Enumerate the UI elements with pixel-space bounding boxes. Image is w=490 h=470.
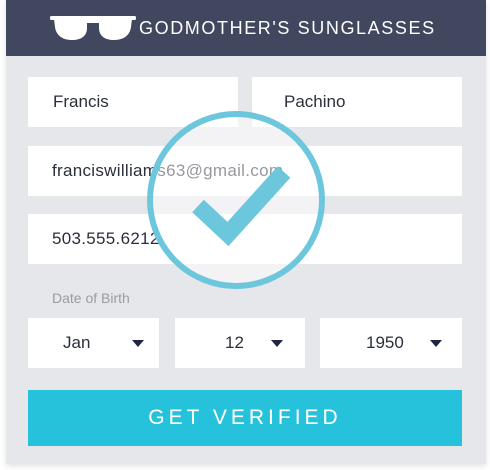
phone-field[interactable]: 503.555.6212 (28, 214, 462, 264)
dob-year-value: 1950 (366, 333, 404, 352)
email-field[interactable]: franciswilliams63@gmail.com (28, 146, 462, 196)
chevron-down-icon (132, 340, 144, 347)
dob-day-select[interactable]: 12 (175, 318, 305, 368)
chevron-down-icon (271, 340, 283, 347)
dob-label: Date of Birth (52, 290, 130, 306)
last-name-field[interactable]: Pachino (252, 77, 462, 127)
dob-year-select[interactable]: 1950 (320, 318, 462, 368)
get-verified-button[interactable]: GET VERIFIED (28, 390, 462, 446)
chevron-down-icon (430, 340, 442, 347)
sunglasses-icon (48, 14, 138, 42)
dob-month-value: Jan (63, 333, 91, 352)
dob-day-value: 12 (225, 333, 244, 352)
brand-name: GODMOTHER'S SUNGLASSES (139, 18, 436, 38)
dob-month-select[interactable]: Jan (28, 318, 159, 368)
brand-header: GODMOTHER'S SUNGLASSES (6, 0, 486, 56)
first-name-field[interactable]: Francis (28, 77, 238, 127)
